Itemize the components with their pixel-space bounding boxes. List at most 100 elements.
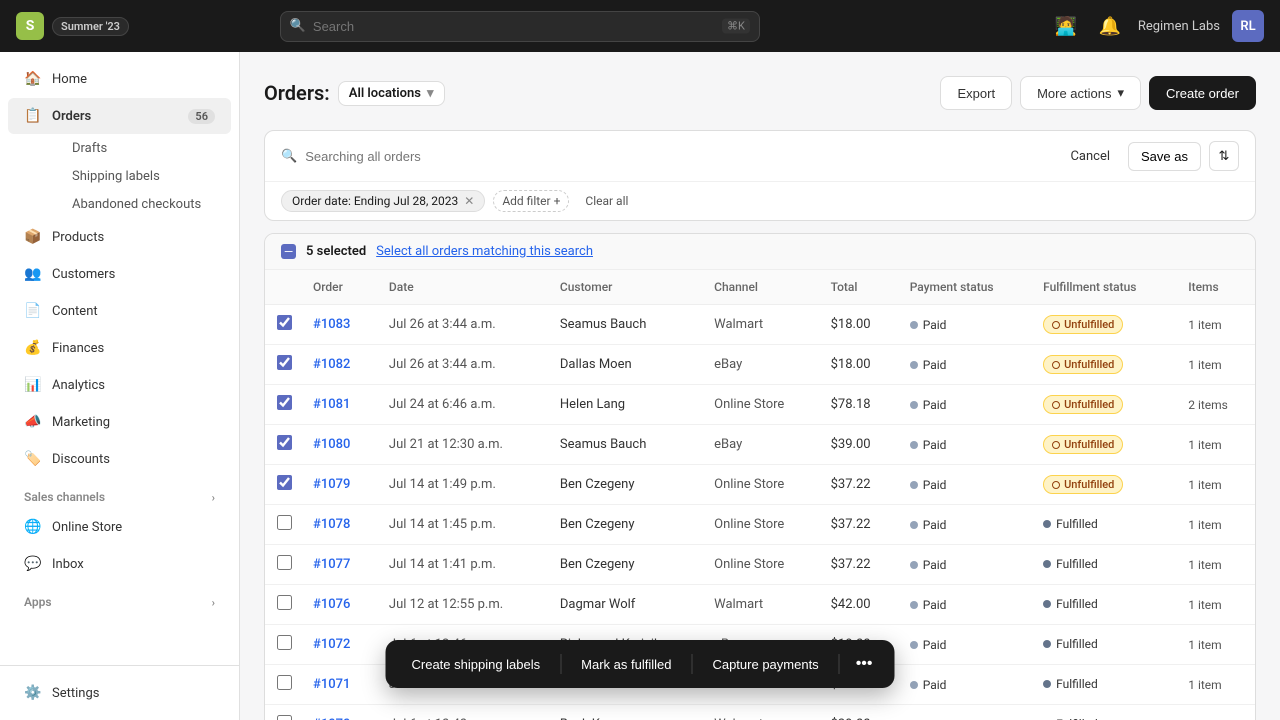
customers-icon: 👥 — [24, 265, 42, 283]
row-total: $37.22 — [819, 505, 898, 545]
add-filter-button[interactable]: Add filter + — [493, 190, 569, 212]
row-order-num[interactable]: #1072 — [301, 625, 377, 665]
row-checkbox-1080[interactable] — [277, 435, 292, 450]
row-checkbox-cell[interactable] — [265, 425, 301, 465]
cancel-button[interactable]: Cancel — [1060, 143, 1120, 170]
sidebar-item-online-store[interactable]: 🌐 Online Store — [8, 509, 231, 545]
sidebar-item-inbox[interactable]: 💬 Inbox — [8, 546, 231, 582]
row-payment: Paid — [898, 465, 1031, 505]
row-order-num[interactable]: #1079 — [301, 465, 377, 505]
sidebar-item-analytics[interactable]: 📊 Analytics — [8, 367, 231, 403]
create-shipping-labels-button[interactable]: Create shipping labels — [398, 650, 555, 679]
order-search-input[interactable] — [305, 149, 1052, 164]
sidebar-item-discounts[interactable]: 🏷️ Discounts — [8, 441, 231, 477]
topbar-bell-icon[interactable]: 🔔 — [1094, 10, 1126, 42]
clear-all-button[interactable]: Clear all — [577, 191, 636, 211]
bb-divider-1 — [560, 654, 561, 674]
row-order-num[interactable]: #1083 — [301, 305, 377, 345]
payment-label: Paid — [923, 558, 947, 572]
row-customer: Seamus Bauch — [548, 425, 702, 465]
select-all-link[interactable]: Select all orders matching this search — [376, 244, 593, 259]
more-actions-bottom-button[interactable]: ••• — [846, 648, 883, 680]
topbar-search-input[interactable] — [280, 11, 760, 42]
row-checkbox-1072[interactable] — [277, 635, 292, 650]
row-payment: Paid — [898, 385, 1031, 425]
sidebar-item-marketing[interactable]: 📣 Marketing — [8, 404, 231, 440]
table-row: #1081 Jul 24 at 6:46 a.m. Helen Lang Onl… — [265, 385, 1255, 425]
row-channel: Online Store — [702, 545, 818, 585]
row-checkbox-cell[interactable] — [265, 345, 301, 385]
table-row: #1070 Jul 6 at 10:40 a.m. Buck Kemmer Wa… — [265, 705, 1255, 720]
sidebar-item-drafts[interactable]: Drafts — [72, 135, 231, 162]
row-checkbox-1083[interactable] — [277, 315, 292, 330]
bb-divider-2 — [691, 654, 692, 674]
row-items: 1 item — [1176, 665, 1255, 705]
row-order-num[interactable]: #1078 — [301, 505, 377, 545]
search-shortcut: ⌘K — [722, 19, 750, 34]
indeterminate-checkbox[interactable]: — — [281, 244, 296, 259]
row-checkbox-1079[interactable] — [277, 475, 292, 490]
row-total: $37.22 — [819, 465, 898, 505]
row-checkbox-cell[interactable] — [265, 305, 301, 345]
sidebar-item-products[interactable]: 📦 Products — [8, 219, 231, 255]
sidebar-item-settings[interactable]: ⚙️ Settings — [8, 675, 231, 711]
row-order-num[interactable]: #1076 — [301, 585, 377, 625]
sort-icon-button[interactable]: ⇅ — [1209, 141, 1239, 171]
row-checkbox-1076[interactable] — [277, 595, 292, 610]
row-checkbox-1081[interactable] — [277, 395, 292, 410]
row-order-num[interactable]: #1077 — [301, 545, 377, 585]
sidebar-item-shipping-labels[interactable]: Shipping labels — [72, 163, 231, 190]
save-as-button[interactable]: Save as — [1128, 142, 1201, 171]
row-channel: Walmart — [702, 585, 818, 625]
capture-payments-button[interactable]: Capture payments — [698, 650, 832, 679]
paid-dot-icon — [910, 521, 918, 529]
col-checkbox — [265, 270, 301, 305]
create-order-button[interactable]: Create order — [1149, 76, 1256, 110]
sidebar-item-orders[interactable]: 📋 Orders 56 — [8, 98, 231, 134]
row-items: 1 item — [1176, 465, 1255, 505]
row-order-num[interactable]: #1081 — [301, 385, 377, 425]
sidebar-item-customers[interactable]: 👥 Customers — [8, 256, 231, 292]
sidebar-item-abandoned-checkouts[interactable]: Abandoned checkouts — [72, 191, 231, 218]
sidebar-item-home[interactable]: 🏠 Home — [8, 61, 231, 97]
filter-row: Order date: Ending Jul 28, 2023 ✕ Add fi… — [265, 181, 1255, 220]
row-order-num[interactable]: #1080 — [301, 425, 377, 465]
row-checkbox-1077[interactable] — [277, 555, 292, 570]
col-payment: Payment status — [898, 270, 1031, 305]
row-checkbox-cell[interactable] — [265, 705, 301, 720]
row-fulfillment: Fulfilled — [1031, 625, 1176, 665]
filter-chip-date[interactable]: Order date: Ending Jul 28, 2023 ✕ — [281, 190, 485, 212]
row-order-num[interactable]: #1070 — [301, 705, 377, 720]
mark-as-fulfilled-button[interactable]: Mark as fulfilled — [567, 650, 685, 679]
row-checkbox-cell[interactable] — [265, 545, 301, 585]
row-checkbox-1082[interactable] — [277, 355, 292, 370]
filter-chip-remove-icon[interactable]: ✕ — [464, 194, 474, 208]
sidebar: 🏠 Home 📋 Orders 56 Drafts Shipping label… — [0, 52, 240, 720]
row-checkbox-cell[interactable] — [265, 465, 301, 505]
fulfilled-dot-icon — [1043, 560, 1051, 568]
row-checkbox-1071[interactable] — [277, 675, 292, 690]
location-dropdown[interactable]: All locations ▾ — [338, 81, 445, 106]
col-total: Total — [819, 270, 898, 305]
row-checkbox-cell[interactable] — [265, 585, 301, 625]
sidebar-item-customers-label: Customers — [52, 267, 115, 282]
more-actions-button[interactable]: More actions ▾ — [1020, 76, 1141, 110]
row-checkbox-cell[interactable] — [265, 385, 301, 425]
row-order-num[interactable]: #1071 — [301, 665, 377, 705]
row-order-num[interactable]: #1082 — [301, 345, 377, 385]
export-button[interactable]: Export — [940, 76, 1012, 110]
row-customer: Ben Czegeny — [548, 545, 702, 585]
sidebar-item-finances[interactable]: 💰 Finances — [8, 330, 231, 366]
row-checkbox-cell[interactable] — [265, 505, 301, 545]
user-avatar[interactable]: RL — [1232, 10, 1264, 42]
sidebar-item-content[interactable]: 📄 Content — [8, 293, 231, 329]
row-checkbox-cell[interactable] — [265, 665, 301, 705]
topbar-right: 🧑‍💻 🔔 Regimen Labs RL — [1050, 10, 1264, 42]
row-checkbox-1070[interactable] — [277, 715, 292, 720]
row-total: $39.00 — [819, 705, 898, 720]
row-checkbox-1078[interactable] — [277, 515, 292, 530]
selected-bar: — 5 selected Select all orders matching … — [265, 234, 1255, 270]
row-total: $18.00 — [819, 345, 898, 385]
topbar-face-icon[interactable]: 🧑‍💻 — [1050, 10, 1082, 42]
row-checkbox-cell[interactable] — [265, 625, 301, 665]
